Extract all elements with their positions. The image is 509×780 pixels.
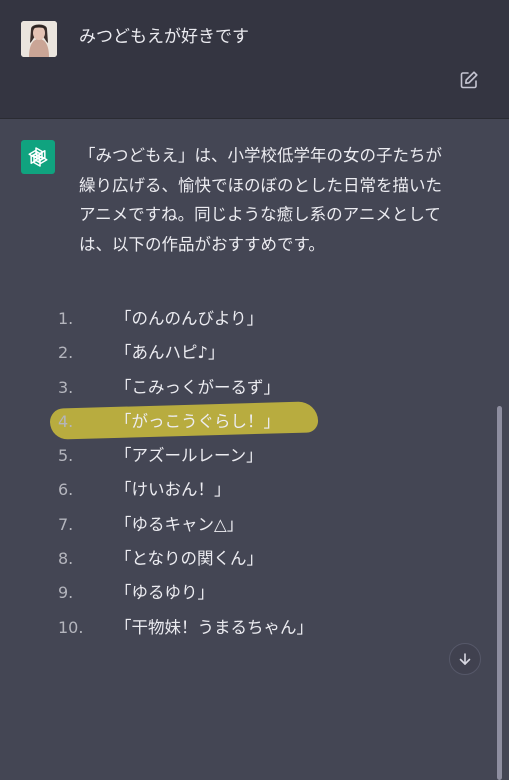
- assistant-answer: 「みつどもえ」は、小学校低学年の女の子たちが 繰り広げる、愉快でほのぼのとした日…: [79, 141, 499, 259]
- anime-title: 「こみっくがーるず」: [115, 377, 280, 397]
- list-number: 1.: [58, 309, 74, 328]
- scrollbar-thumb[interactable]: [497, 406, 502, 780]
- list-number: 3.: [58, 377, 74, 397]
- list-item: 5. 「アズールレーン」: [58, 443, 313, 477]
- list-number: 10.: [58, 617, 84, 637]
- arrow-down-icon: [459, 653, 471, 665]
- list-item: 10. 「干物妹！うまるちゃん」: [58, 615, 313, 649]
- list-item: 7. 「ゆるキャン△」: [58, 512, 313, 546]
- list-item: 2. 「あんハピ♪」: [58, 340, 313, 374]
- answer-line: アニメですね。同じような癒し系のアニメとして: [79, 205, 441, 224]
- list-number: 6.: [58, 480, 74, 500]
- list-number: 2.: [58, 343, 74, 363]
- list-item: 8. 「となりの関くん」: [58, 546, 313, 580]
- anime-title: 「ゆるゆり」: [115, 583, 214, 603]
- user-avatar: [21, 21, 57, 57]
- anime-title: 「あんハピ♪」: [115, 343, 225, 363]
- anime-title: 「のんのんびより」: [115, 309, 264, 328]
- openai-logo-icon: [21, 140, 55, 174]
- anime-title: 「けいおん！」: [115, 480, 231, 500]
- anime-title: 「干物妹！うまるちゃん」: [115, 617, 313, 637]
- anime-title: 「アズールレーン」: [115, 446, 263, 466]
- anime-title: 「がっこうぐらし！」: [115, 411, 280, 431]
- list-item: 6. 「けいおん！」: [58, 477, 313, 511]
- answer-line: 「みつどもえ」は、小学校低学年の女の子たちが: [79, 146, 442, 165]
- recommendation-list: 1. 「のんのんびより」 2. 「あんハピ♪」 3. 「こみっくがーるず」 4. 「がっ…: [49, 306, 319, 649]
- anime-title: 「となりの関くん」: [115, 549, 264, 569]
- list-number: 8.: [58, 549, 74, 569]
- list-item-highlighted: 4. 「がっこうぐらし！」: [49, 401, 319, 443]
- list-item: 1. 「のんのんびより」: [58, 306, 313, 340]
- scroll-to-bottom-button[interactable]: [449, 643, 481, 675]
- list-number: 5.: [58, 446, 74, 466]
- list-item: 9. 「ゆるゆり」: [58, 580, 313, 614]
- list-number: 4.: [58, 411, 74, 431]
- assistant-message: 「みつどもえ」は、小学校低学年の女の子たちが 繰り広げる、愉快でほのぼのとした日…: [0, 119, 509, 780]
- user-message-text: みつどもえが好きです: [79, 27, 249, 47]
- answer-line: 繰り広げる、愉快でほのぼのとした日常を描いた: [79, 175, 442, 195]
- list-number: 9.: [58, 583, 74, 603]
- user-message: みつどもえが好きです: [0, 0, 509, 119]
- anime-title: 「ゆるキャン△」: [115, 514, 244, 534]
- answer-line: は、以下の作品がおすすめです。: [79, 234, 325, 254]
- list-number: 7.: [58, 514, 74, 534]
- edit-icon[interactable]: [459, 70, 479, 90]
